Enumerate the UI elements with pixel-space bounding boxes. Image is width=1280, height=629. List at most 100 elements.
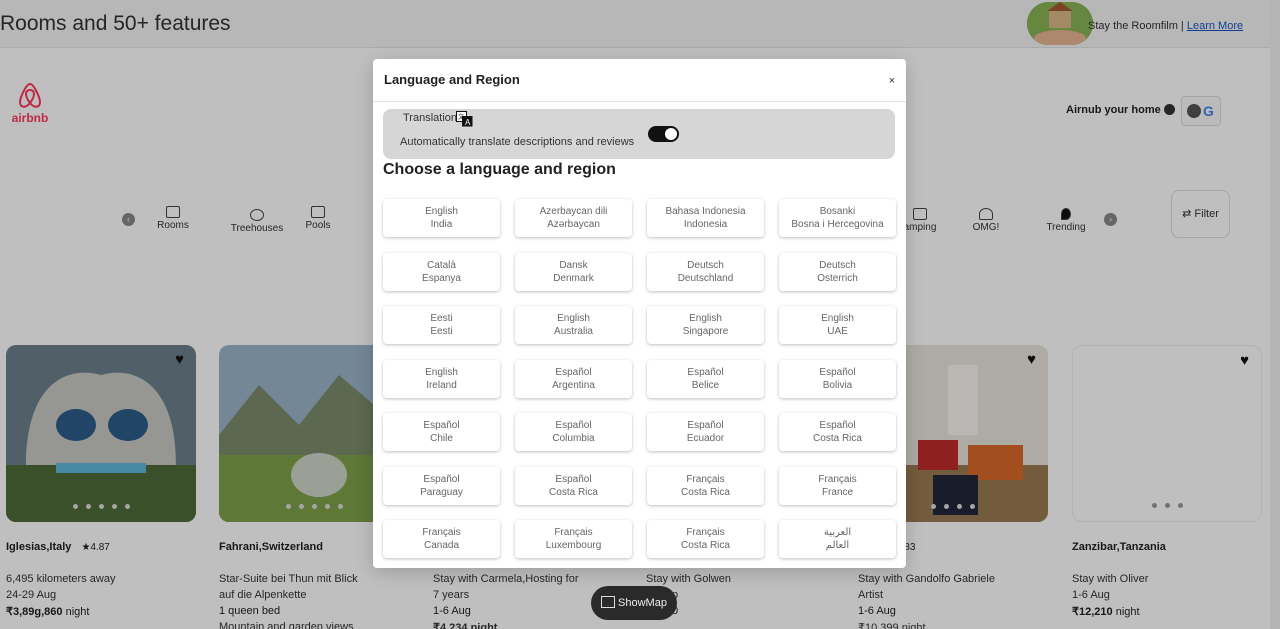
language-name: English	[689, 313, 722, 324]
language-name: Español	[555, 473, 592, 485]
language-option[interactable]: Español Belice	[647, 359, 764, 398]
region-name: Argentina	[552, 379, 595, 391]
language-option[interactable]: English Singapore	[647, 306, 764, 344]
language-option[interactable]: Español Argentina	[515, 359, 632, 398]
language-name: Azerbaycan dili	[539, 206, 608, 217]
language-option[interactable]: Bosanki Bosna i Hercegovina	[779, 199, 896, 237]
language-option[interactable]: English India	[383, 199, 500, 237]
language-name: Bosanki	[819, 206, 856, 217]
language-option[interactable]: Español Costa Rica	[779, 413, 896, 451]
show-map-button[interactable]: ShowMap	[591, 586, 677, 620]
svg-text:文: 文	[458, 113, 464, 121]
language-name: Español	[819, 366, 856, 378]
language-option[interactable]: Català Espanya	[383, 252, 500, 291]
toggle-knob	[665, 128, 677, 140]
language-option[interactable]: Français Luxembourg	[515, 520, 632, 558]
translation-label: Translation	[403, 112, 458, 124]
language-name: Deutsch	[687, 259, 724, 271]
region-name: Ecuador	[686, 433, 725, 444]
region-name: Costa Rica	[681, 540, 730, 551]
language-name: English	[821, 313, 854, 324]
language-option[interactable]: Français Costa Rica	[647, 466, 764, 505]
language-name: Français	[818, 473, 857, 485]
translation-toggle[interactable]	[648, 126, 679, 142]
language-option[interactable]: Bahasa Indonesia Indonesia	[647, 199, 764, 237]
region-name: Belice	[691, 379, 720, 391]
language-name: Català	[427, 259, 456, 271]
show-map-label: ShowMap	[618, 597, 667, 609]
region-name: Osterrich	[817, 272, 858, 284]
language-option[interactable]: Español Paraguay	[383, 466, 500, 505]
language-option[interactable]: العربية العالم	[779, 520, 896, 558]
language-name: Español	[555, 366, 592, 378]
region-name: Singapore	[682, 326, 729, 337]
region-name: Indonesia	[683, 219, 728, 230]
language-option[interactable]: English UAE	[779, 306, 896, 344]
language-option[interactable]: Español Chile	[383, 413, 500, 451]
region-name: Bolivia	[822, 379, 853, 391]
region-name: Eesti	[430, 326, 453, 337]
region-name: Costa Rica	[681, 486, 730, 498]
language-name: English	[425, 366, 458, 378]
translation-panel: Translation A 文 Automatically translate …	[383, 109, 895, 159]
language-option[interactable]: Français Canada	[383, 520, 500, 558]
language-name: Bahasa Indonesia	[665, 206, 746, 217]
language-option[interactable]: Deutsch Deutschland	[647, 252, 764, 291]
language-name: English	[557, 313, 590, 324]
region-name: Espanya	[422, 272, 461, 284]
language-option[interactable]: Français France	[779, 466, 896, 505]
language-option[interactable]: Español Costa Rica	[515, 466, 632, 505]
language-section-heading: Choose a language and region	[383, 161, 616, 178]
region-name: Ireland	[426, 379, 457, 391]
language-name: Español	[555, 420, 592, 431]
map-icon	[601, 596, 616, 608]
region-name: Azərbaycan	[547, 219, 600, 230]
dialog-title: Language and Region	[384, 72, 520, 87]
region-name: Paraguay	[420, 486, 463, 498]
language-name: Español	[687, 366, 724, 378]
region-name: Luxembourg	[545, 540, 602, 551]
translation-description: Automatically translate descriptions and…	[400, 136, 635, 148]
language-option[interactable]: Español Columbia	[515, 413, 632, 451]
language-option[interactable]: Español Ecuador	[647, 413, 764, 451]
region-name: India	[430, 219, 453, 230]
language-name: Français	[686, 527, 725, 538]
region-name: Australia	[554, 326, 593, 337]
svg-text:A: A	[465, 118, 471, 127]
region-name: Columbia	[552, 433, 595, 444]
language-region-dialog: Language and Region × Translation A 文 Au…	[373, 59, 906, 568]
language-name: العربية	[823, 527, 852, 538]
dialog-header: Language and Region ×	[373, 59, 906, 102]
region-name: Deutschland	[677, 272, 734, 284]
region-name: Canada	[423, 540, 460, 551]
language-name: Eesti	[430, 313, 453, 324]
region-name: Denmark	[553, 272, 594, 284]
language-name: Español	[423, 473, 460, 485]
language-name: Français	[554, 527, 593, 538]
translate-icon: A 文	[456, 111, 473, 127]
language-name: Deutsch	[819, 259, 856, 271]
language-name: Français	[686, 473, 725, 485]
language-name: English	[425, 206, 458, 217]
language-option[interactable]: Eesti Eesti	[383, 306, 500, 344]
region-name: UAE	[827, 326, 848, 337]
region-name: Costa Rica	[549, 486, 598, 498]
language-name: Español	[687, 420, 724, 431]
language-option[interactable]: Deutsch Osterrich	[779, 252, 896, 291]
language-name: Español	[423, 420, 460, 431]
language-option[interactable]: English Australia	[515, 306, 632, 344]
region-name: Costa Rica	[813, 433, 862, 444]
language-option[interactable]: Dansk Denmark	[515, 252, 632, 291]
language-name: Dansk	[559, 259, 588, 271]
region-name: Bosna i Hercegovina	[791, 219, 884, 230]
language-name: Español	[819, 420, 856, 431]
language-option[interactable]: Español Bolivia	[779, 359, 896, 398]
language-option[interactable]: Français Costa Rica	[647, 520, 764, 558]
language-option[interactable]: English Ireland	[383, 359, 500, 398]
region-name: العالم	[825, 540, 850, 551]
language-name: Français	[422, 527, 461, 538]
close-button[interactable]: ×	[889, 75, 895, 87]
region-name: Chile	[430, 433, 453, 444]
language-option[interactable]: Azerbaycan dili Azərbaycan	[515, 199, 632, 237]
region-name: France	[821, 486, 854, 498]
